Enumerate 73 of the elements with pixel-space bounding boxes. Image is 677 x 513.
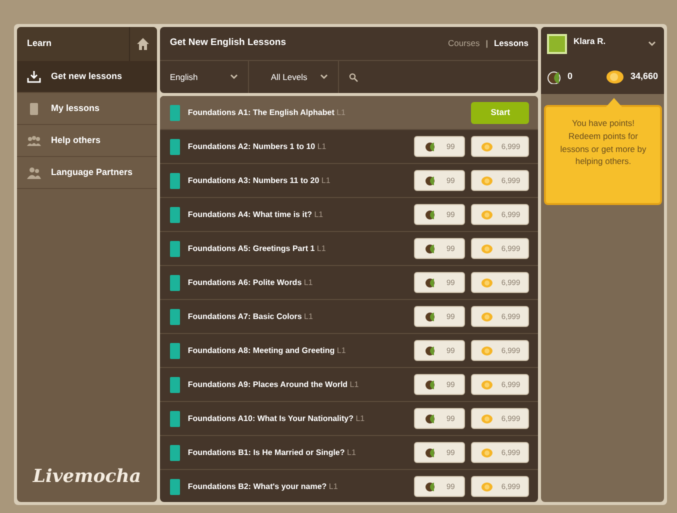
apple-icon	[425, 413, 436, 424]
book-icon	[170, 274, 180, 290]
book-icon	[170, 376, 180, 392]
lesson-title: Foundations A1: The English Alphabet L1	[188, 106, 347, 118]
book-icon	[170, 138, 180, 154]
tooltip-arrow	[606, 97, 622, 107]
chevron-down-icon	[230, 74, 238, 80]
lesson-title: Foundations B2: What's your name? L1	[188, 480, 339, 492]
apple-icon	[425, 209, 436, 220]
apple-icon	[425, 447, 436, 458]
book-icon	[170, 444, 180, 460]
book-icon	[170, 410, 180, 426]
dropdown[interactable]: All Levels	[248, 61, 339, 93]
apple-icon	[425, 243, 436, 254]
coin-icon	[480, 380, 493, 390]
people-icon	[27, 134, 41, 148]
lesson-title: Foundations A7: Basic Colors L1	[188, 310, 314, 322]
lesson-title: Foundations A5: Greetings Part 1 L1	[188, 242, 327, 254]
lesson-title: Foundations A8: Meeting and Greeting L1	[188, 344, 347, 356]
lesson-title: Foundations B1: Is He Married or Single? L1	[188, 446, 357, 458]
book-icon	[170, 240, 180, 256]
coin-icon	[480, 346, 493, 356]
lesson-title: Foundations A10: What Is Your Nationality? L1	[188, 412, 366, 424]
search-icon	[348, 72, 358, 82]
start-button[interactable]: Start	[471, 102, 530, 124]
sidebar-title: Learn	[26, 37, 53, 50]
lesson-title: Foundations A2: Numbers 1 to 10 L1	[188, 140, 328, 152]
book-icon	[27, 102, 41, 116]
apple-icon	[425, 379, 436, 390]
lesson-title: Foundations A6: Polite Words L1	[188, 276, 314, 288]
apple-icon	[425, 481, 436, 492]
lesson-title: Foundations A9: Places Around the World L1	[188, 378, 360, 390]
coin-count: 34,660	[630, 70, 658, 84]
avatar	[547, 34, 568, 54]
coin-icon	[480, 482, 493, 492]
apple-icon	[425, 141, 436, 152]
dropdown[interactable]: English	[160, 61, 249, 93]
coin-icon	[606, 70, 624, 84]
book-icon	[170, 206, 180, 222]
chevron-down-icon	[648, 41, 656, 47]
apple-icon	[547, 70, 562, 84]
apple-icon	[425, 277, 436, 288]
coin-icon	[480, 142, 493, 152]
lesson-title: Foundations A3: Numbers 11 to 20 L1	[188, 174, 332, 186]
download-icon	[27, 70, 41, 84]
home-icon	[137, 38, 150, 50]
coin-icon	[480, 414, 493, 424]
people-icon	[27, 166, 41, 180]
nav-link[interactable]: Courses	[448, 37, 480, 50]
coin-icon	[480, 278, 493, 288]
book-icon	[170, 342, 180, 358]
book-icon	[170, 104, 180, 120]
nav-link[interactable]: Lessons	[494, 37, 528, 50]
book-icon	[170, 308, 180, 324]
coin-icon	[480, 176, 493, 186]
coin-icon	[480, 448, 493, 458]
book-icon	[170, 478, 180, 494]
page-title: Get New English Lessons	[170, 36, 287, 50]
apple-icon	[425, 345, 436, 356]
apple-icon	[425, 175, 436, 186]
book-icon	[170, 172, 180, 188]
coin-icon	[480, 244, 493, 254]
apple-count: 0	[567, 70, 572, 84]
logo: Livemocha	[32, 465, 142, 489]
coin-icon	[480, 312, 493, 322]
tooltip: You have points! Redeem points for lessons or get more by helping others.	[544, 105, 662, 205]
lesson-title: Foundations A4: What time is it? L1	[188, 208, 324, 220]
apple-icon	[425, 311, 436, 322]
coin-icon	[480, 210, 493, 220]
sidebar-item[interactable]: Get new lessons	[17, 61, 157, 93]
chevron-down-icon	[320, 74, 328, 80]
user-name: Klara R.	[573, 35, 607, 48]
separator: |	[486, 38, 488, 50]
